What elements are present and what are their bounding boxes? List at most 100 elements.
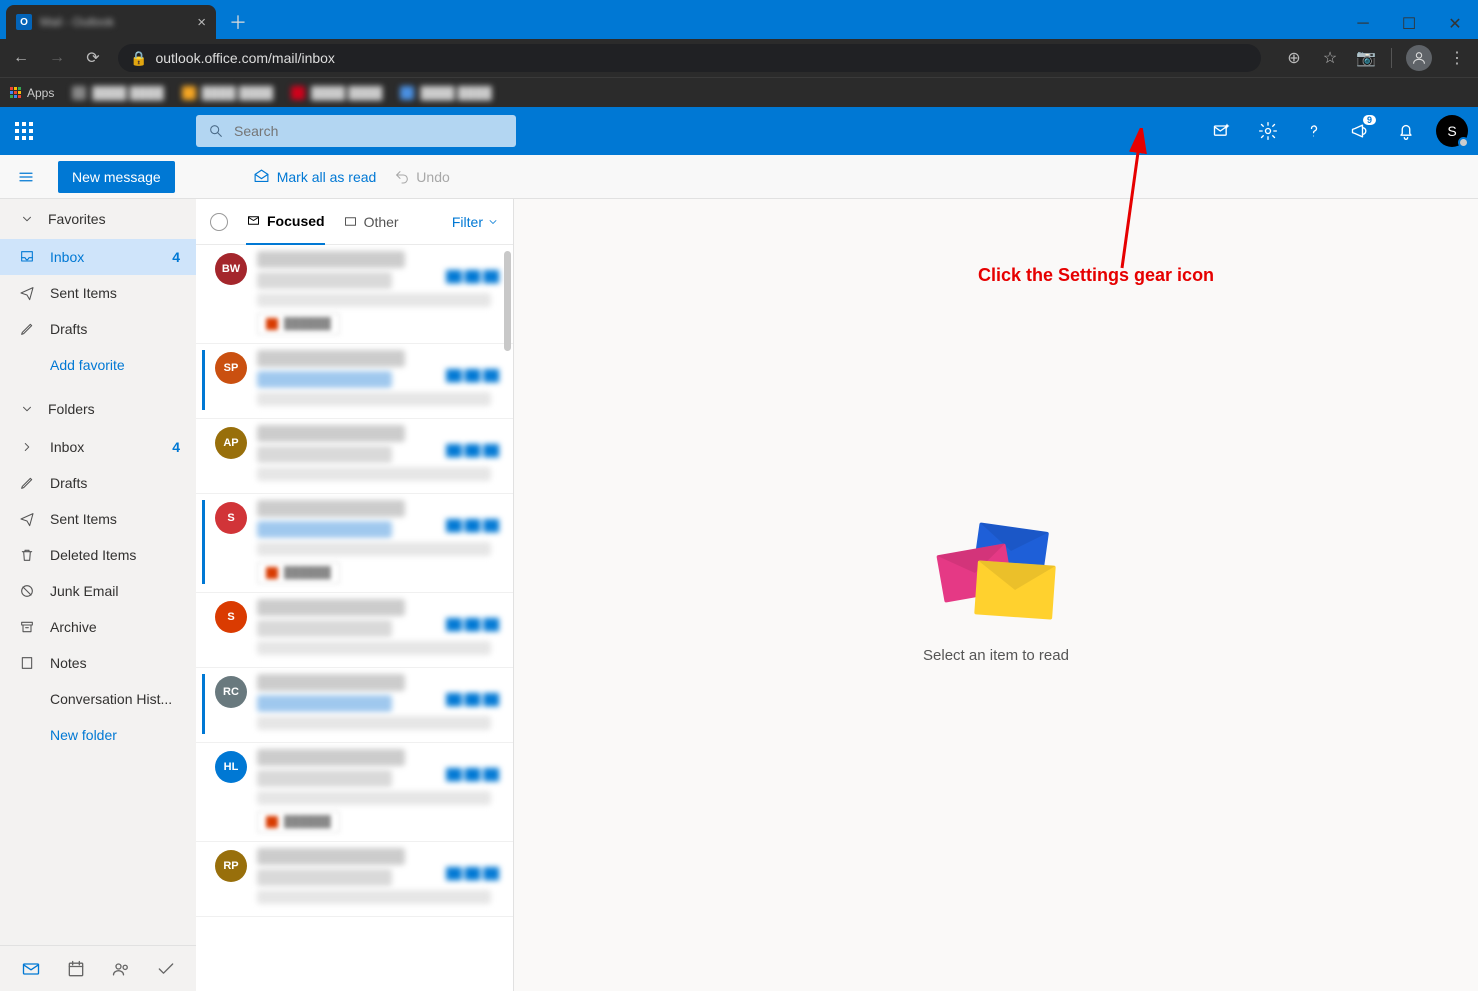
nav-item-sent-items[interactable]: Sent Items [0,501,196,537]
message-time: ██:██ ██ [446,619,499,631]
bookmark-item[interactable]: ████ ████ [400,86,491,100]
people-module-button[interactable] [106,954,136,984]
attachment-chip[interactable]: ██████ [257,313,340,335]
unread-bar [202,251,205,335]
message-item[interactable]: S ██████ ██:██ ██ [196,494,513,593]
message-item[interactable]: BW ██████ ██:██ ██ [196,245,513,344]
undo-button[interactable]: Undo [394,169,449,185]
favorites-header[interactable]: Favorites [0,199,196,239]
window-close[interactable]: ✕ [1432,9,1478,39]
settings-button[interactable] [1246,107,1290,155]
unread-bar [202,674,205,734]
unread-bar [202,599,205,659]
window-minimize[interactable]: ─ [1340,9,1386,39]
message-item[interactable]: S ██:██ ██ [196,593,513,668]
notifications-button[interactable] [1384,107,1428,155]
nav-item-label: Notes [50,655,87,671]
chrome-menu-icon[interactable]: ⋮ [1446,48,1468,68]
filter-button[interactable]: Filter [452,214,499,230]
nav-item-drafts[interactable]: Drafts [0,311,196,347]
nav-back-icon[interactable]: ← [10,49,32,67]
unread-bar [202,848,205,908]
nav-item-label: Inbox [50,249,84,265]
whatsnew-badge: 9 [1363,115,1376,125]
chrome-profile-icon[interactable] [1406,45,1432,71]
nav-item-conversation-hist-[interactable]: Conversation Hist... [0,681,196,717]
search-box[interactable] [196,115,516,147]
message-item[interactable]: AP ██:██ ██ [196,419,513,494]
main-area: Favorites Inbox 4 Sent Items Drafts Add … [0,199,1478,991]
app-launcher-button[interactable] [0,107,48,155]
message-list-header: Focused Other Filter [196,199,513,245]
calendar-module-button[interactable] [61,954,91,984]
attachment-chip[interactable]: ██████ [257,811,340,833]
pencil-icon [18,475,36,491]
bookmark-item[interactable]: ████ ████ [72,86,163,100]
message-preview: ██████ [257,500,503,584]
sender-avatar: S [215,601,247,633]
nav-item-junk-email[interactable]: Junk Email [0,573,196,609]
focused-tab[interactable]: Focused [246,199,325,245]
message-item[interactable]: SP ██:██ ██ [196,344,513,419]
other-tab[interactable]: Other [343,199,399,245]
mail-open-icon [253,168,270,185]
select-all-toggle[interactable] [210,213,228,231]
folders-label: Folders [48,401,95,417]
message-time: ██:██ ██ [446,520,499,532]
search-icon [208,123,224,139]
bookmark-item[interactable]: ████ ████ [291,86,382,100]
new-folder-link[interactable]: New folder [0,717,196,753]
unread-bar [202,350,205,410]
help-button[interactable] [1292,107,1336,155]
bookmark-item[interactable]: ████ ████ [182,86,273,100]
whatsnew-button[interactable]: 9 [1338,107,1382,155]
message-item[interactable]: RC ██:██ ██ [196,668,513,743]
new-tab-button[interactable]: ＋ [224,8,252,36]
nav-item-notes[interactable]: Notes [0,645,196,681]
apps-shortcut[interactable]: Apps [10,86,54,100]
nav-toggle-button[interactable] [12,163,40,191]
reading-pane: Select an item to read [514,199,1478,991]
lock-icon: 🔒 [130,50,147,67]
chevright-icon [18,440,36,454]
window-maximize[interactable]: ☐ [1386,9,1432,39]
search-input[interactable] [234,123,504,139]
nav-item-deleted-items[interactable]: Deleted Items [0,537,196,573]
scrollbar-thumb[interactable] [504,251,511,351]
message-item[interactable]: RP ██:██ ██ [196,842,513,917]
module-switcher [0,945,196,991]
new-message-button[interactable]: New message [58,161,175,193]
add-favorite-link[interactable]: Add favorite [0,347,196,383]
todo-module-button[interactable] [151,954,181,984]
account-avatar[interactable]: S [1436,115,1468,147]
mark-all-read-button[interactable]: Mark all as read [253,168,377,185]
attachment-chip[interactable]: ██████ [257,562,340,584]
nav-item-archive[interactable]: Archive [0,609,196,645]
insights-button[interactable] [1200,107,1244,155]
nav-forward-icon[interactable]: → [46,49,68,67]
bookmark-star-icon[interactable]: ☆ [1319,48,1341,68]
nav-item-inbox[interactable]: Inbox 4 [0,429,196,465]
waffle-icon [15,122,33,140]
chevron-down-icon [20,402,34,416]
camera-icon[interactable]: 📷 [1355,48,1377,68]
close-tab-icon[interactable]: × [197,14,206,31]
install-app-icon[interactable]: ⊕ [1283,48,1305,68]
folders-header[interactable]: Folders [0,389,196,429]
message-item[interactable]: HL ██████ ██:██ ██ [196,743,513,842]
browser-tab[interactable]: O Mail - Outlook × [6,5,216,39]
nav-item-label: Sent Items [50,511,117,527]
nav-item-drafts[interactable]: Drafts [0,465,196,501]
nav-item-inbox[interactable]: Inbox 4 [0,239,196,275]
empty-state-illustration [936,527,1056,617]
mail-module-button[interactable] [16,954,46,984]
inbox-icon [18,249,36,265]
nav-item-sent-items[interactable]: Sent Items [0,275,196,311]
sender-avatar: S [215,502,247,534]
unread-bar [202,749,205,833]
pencil-icon [18,321,36,337]
archive-icon [18,619,36,635]
message-list[interactable]: BW ██████ ██:██ ██ SP ██:██ ██ AP ██:██ … [196,245,513,991]
url-input[interactable]: 🔒 outlook.office.com/mail/inbox [118,44,1261,72]
nav-reload-icon[interactable]: ⟳ [82,48,104,68]
